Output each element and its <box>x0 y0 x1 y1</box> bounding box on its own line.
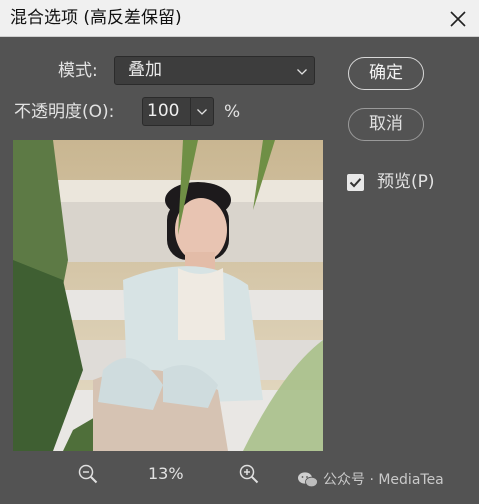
zoom-in-icon <box>239 464 259 484</box>
opacity-unit: % <box>224 102 241 122</box>
ok-button[interactable]: 确定 <box>348 57 424 90</box>
chevron-down-icon <box>196 108 208 116</box>
zoom-in-button[interactable] <box>238 463 260 485</box>
close-icon <box>450 11 466 27</box>
cancel-button[interactable]: 取消 <box>348 108 424 141</box>
zoom-out-icon <box>78 464 98 484</box>
watermark: 公众号 · MediaTea <box>297 470 473 492</box>
close-button[interactable] <box>445 6 471 32</box>
preview-image[interactable] <box>13 140 323 451</box>
wechat-icon <box>298 472 318 488</box>
window-title: 混合选项 (高反差保留) <box>10 8 182 28</box>
mode-select[interactable]: 叠加 <box>114 56 315 85</box>
title-bar: 混合选项 (高反差保留) <box>0 0 479 37</box>
mode-value: 叠加 <box>128 60 162 80</box>
checkbox-checked-icon <box>349 178 362 188</box>
preview-label: 预览(P) <box>377 172 435 192</box>
chevron-down-icon <box>296 68 308 76</box>
mode-label: 模式: <box>58 61 98 81</box>
opacity-label: 不透明度(O): <box>14 102 115 122</box>
watermark-text: 公众号 · MediaTea <box>323 472 444 488</box>
opacity-dropdown-button[interactable] <box>190 97 214 126</box>
opacity-input[interactable]: 100 <box>142 97 190 126</box>
zoom-level: 13% <box>148 464 184 483</box>
preview-checkbox[interactable] <box>347 174 364 191</box>
zoom-out-button[interactable] <box>77 463 99 485</box>
